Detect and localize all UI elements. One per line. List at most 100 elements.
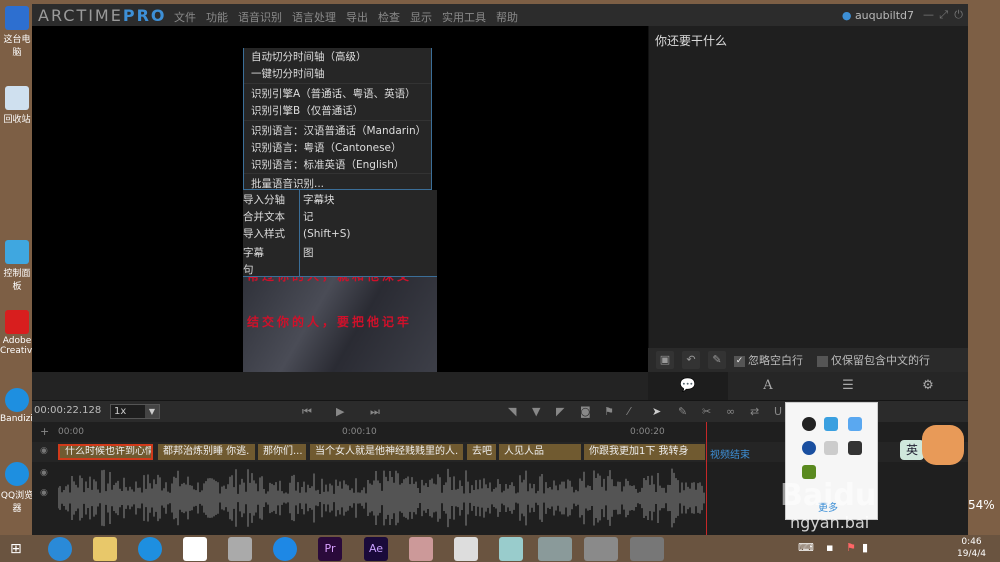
desktop-icon-this-pc[interactable]: 这台电脑 (0, 6, 34, 58)
subtitle-block[interactable]: 人见人品 (499, 444, 581, 460)
text-editor-panel[interactable]: 你还要干什么 (648, 26, 968, 348)
menu-item[interactable]: 句 (243, 262, 254, 277)
menu-tools[interactable]: 实用工具 (442, 9, 486, 25)
eye-icon[interactable]: ◉ (40, 446, 48, 456)
maximize-icon[interactable]: ⤢ (939, 8, 948, 22)
nvidia-icon[interactable] (802, 465, 816, 479)
user-tray-icon[interactable] (848, 441, 862, 455)
tab-settings-gear-icon[interactable]: ⚙ (888, 372, 968, 400)
keep-chinese-checkbox[interactable]: 仅保留包含中文的行 (817, 352, 930, 368)
tab-font-icon[interactable]: A (728, 372, 808, 400)
kugou-icon[interactable] (273, 537, 297, 561)
menu-function[interactable]: 功能 (206, 9, 228, 25)
subtitle-block[interactable]: 当个女人就是他神经贱贱里的人. (310, 444, 463, 460)
bookmark-icon[interactable]: ⚑ (604, 405, 614, 418)
arctime-taskbar-icon[interactable] (584, 537, 618, 561)
desktop-icon-qq-browser[interactable]: QQ浏览器 (0, 462, 34, 514)
qq-icon[interactable] (802, 417, 816, 431)
scissors-icon[interactable]: ✂ (702, 405, 711, 418)
paint-icon[interactable] (409, 537, 433, 561)
battery-icon[interactable]: ▮ (862, 541, 868, 554)
video-preview[interactable]: 帮过你的人，就和他深交 结交你的人，要把他记牢 导入分轴 合并文本 导入样式 字… (32, 26, 648, 372)
add-track-icon[interactable]: + (40, 425, 49, 438)
menu-check[interactable]: 检查 (378, 9, 400, 25)
editor-text[interactable]: 你还要干什么 (655, 32, 727, 49)
app-icon[interactable] (228, 537, 252, 561)
calculator-icon[interactable] (499, 537, 523, 561)
play-icon[interactable]: ▶ (336, 405, 344, 418)
desktop-icon-recycle-bin[interactable]: 回收站 (0, 86, 34, 125)
speed-select[interactable]: 1x ▼ (110, 404, 160, 419)
menu-item-engine-a[interactable]: 识别引擎A（普通话、粤语、英语） (251, 86, 416, 101)
playhead[interactable] (706, 422, 707, 535)
mark-in-icon[interactable]: ◥ (508, 405, 516, 418)
prev-icon[interactable]: ⏮ (302, 405, 312, 419)
menu-item-one-click-split[interactable]: 一键切分时间轴 (251, 66, 325, 81)
eye-icon[interactable]: ◉ (40, 488, 48, 498)
next-icon[interactable]: ⏭ (370, 405, 380, 419)
baidu-netdisk-icon[interactable] (183, 537, 207, 561)
menu-item[interactable]: 图 (303, 245, 314, 260)
menu-file[interactable]: 文件 (174, 9, 196, 25)
menu-language[interactable]: 语言处理 (292, 9, 336, 25)
tray-icon[interactable]: ▪ (826, 541, 833, 554)
bluetooth-icon[interactable] (802, 441, 816, 455)
menu-help[interactable]: 帮助 (496, 9, 518, 25)
import-icon[interactable]: ▣ (656, 351, 674, 369)
power-icon[interactable]: ⏻ (954, 8, 963, 22)
minimize-icon[interactable]: — (923, 8, 934, 21)
magnet-icon[interactable]: U (774, 405, 782, 418)
camera-icon[interactable]: ◙ (580, 405, 591, 418)
user-account[interactable]: ● auqubiltd7 (842, 9, 914, 22)
shield-icon[interactable] (848, 417, 862, 431)
mark-out-icon[interactable]: ◤ (556, 405, 564, 418)
menu-speech-recognition[interactable]: 语音识别 (238, 9, 282, 25)
menu-item-lang-cantonese[interactable]: 识别语言：粤语（Cantonese） (251, 140, 402, 155)
network-icon[interactable]: ⚑ (846, 541, 856, 554)
link-icon[interactable]: ∞ (726, 405, 735, 418)
subtitle-block[interactable]: 什么时候也许到心情 (58, 444, 153, 460)
qq-browser-taskbar-icon[interactable] (138, 537, 162, 561)
menu-item[interactable]: 记 (303, 209, 314, 224)
menu-item[interactable]: 导入分轴 (243, 192, 285, 207)
premiere-icon[interactable]: Pr (318, 537, 342, 561)
signal-icon[interactable] (824, 441, 838, 455)
menu-item[interactable]: (Shift+S) (303, 228, 351, 240)
subtitle-block[interactable]: 都邦治炼别睡 你逃. (158, 444, 255, 460)
subtitle-block[interactable]: 你跟我更加1下 我转身 (584, 444, 705, 460)
app-tray-icon[interactable] (824, 417, 838, 431)
menu-item[interactable]: 合并文本 (243, 209, 285, 224)
menu-item-auto-split-advanced[interactable]: 自动切分时间轴（高级） (251, 49, 367, 64)
swap-icon[interactable]: ⇄ (750, 405, 759, 418)
clock[interactable]: 0:46 19/4/4 (957, 536, 986, 560)
cursor-icon[interactable]: ➤ (652, 405, 661, 418)
wand-icon[interactable]: ⁄ (628, 405, 630, 418)
desktop-icon-bandizip[interactable]: Bandizip (0, 388, 39, 424)
eye-icon[interactable]: ◉ (40, 468, 48, 478)
menu-item[interactable]: 字幕块 (303, 192, 335, 207)
tab-text-icon[interactable]: 💬 (648, 372, 728, 400)
mascot-ime-badge[interactable]: 英 (900, 440, 924, 460)
desktop-icon-control-panel[interactable]: 控制面板 (0, 240, 34, 292)
tab-list-icon[interactable]: ☰ (808, 372, 888, 400)
pen-icon[interactable]: ✎ (708, 351, 726, 369)
mark-icon[interactable]: ▼ (532, 405, 540, 418)
menu-item-lang-mandarin[interactable]: 识别语言：汉语普通话（Mandarin） (251, 123, 426, 138)
windows-start-icon[interactable]: ⊞ (10, 541, 22, 557)
subtitle-block[interactable]: 去吧 (467, 444, 496, 460)
ie-icon[interactable] (48, 537, 72, 561)
menu-item-engine-b[interactable]: 识别引擎B（仅普通话） (251, 103, 363, 118)
subtitle-block[interactable]: 那你们... (258, 444, 306, 460)
menu-item-lang-english[interactable]: 识别语言：标准英语（English） (251, 157, 404, 172)
after-effects-icon[interactable]: Ae (364, 537, 388, 561)
desktop-icon-adobe[interactable]: Adobe Creative (0, 310, 38, 356)
menu-item[interactable]: 字幕 (243, 245, 264, 260)
edit-icon[interactable]: ✎ (678, 405, 687, 418)
menu-item-batch-recognition[interactable]: 批量语音识别... (251, 176, 324, 191)
notepad-icon[interactable] (538, 537, 572, 561)
file-explorer-icon[interactable] (93, 537, 117, 561)
snipping-icon[interactable] (454, 537, 478, 561)
undo-icon[interactable]: ↶ (682, 351, 700, 369)
menu-display[interactable]: 显示 (410, 9, 432, 25)
ignore-blank-checkbox[interactable]: ✓ 忽略空白行 (734, 352, 803, 368)
